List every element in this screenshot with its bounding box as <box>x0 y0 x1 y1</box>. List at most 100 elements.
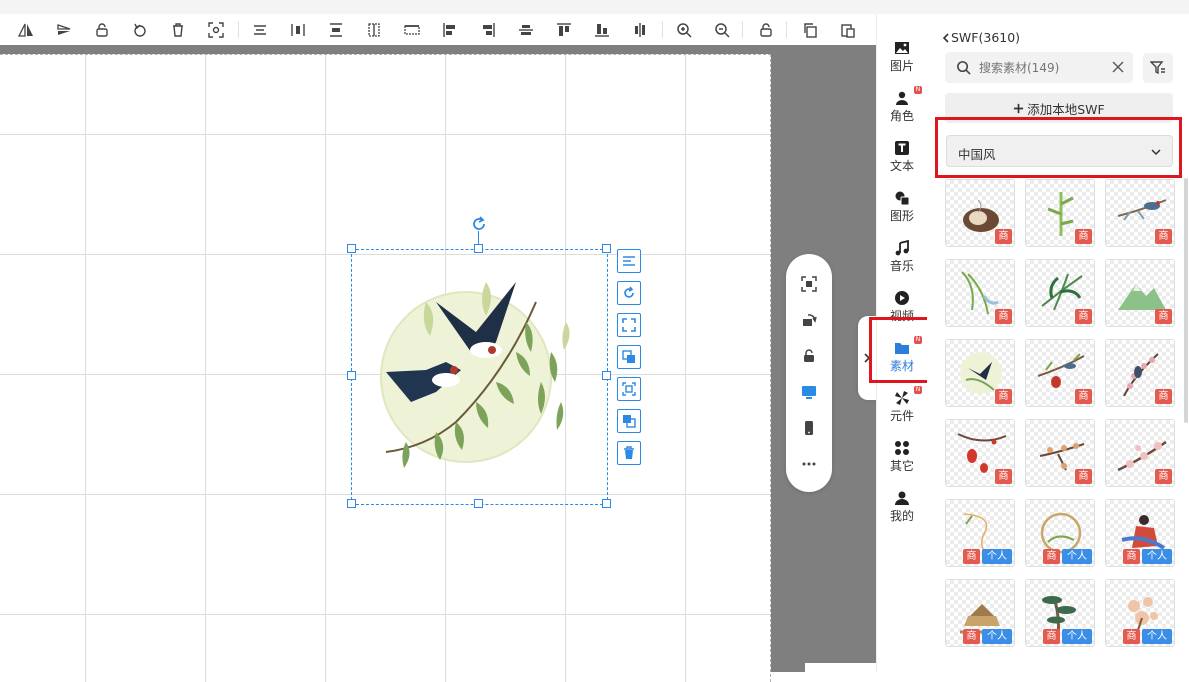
align-center-h-icon[interactable] <box>516 20 536 40</box>
flip-horizontal-icon[interactable] <box>16 20 36 40</box>
filter-icon <box>1150 61 1165 75</box>
category-image[interactable]: 图片 <box>877 36 927 80</box>
layer-icon[interactable] <box>617 409 641 433</box>
fullscreen-icon[interactable] <box>617 313 641 337</box>
category-music[interactable]: 音乐 <box>877 236 927 280</box>
personal-badge: 个人 <box>1142 629 1172 644</box>
align-left-icon[interactable] <box>440 20 460 40</box>
category-person[interactable]: 角色 N <box>877 86 927 130</box>
close-icon[interactable] <box>1111 60 1125 74</box>
unlock-icon[interactable] <box>92 20 112 40</box>
align-right-icon[interactable] <box>478 20 498 40</box>
tile-badges: 商 <box>1155 229 1172 244</box>
asset-tile[interactable]: 商个人 <box>945 579 1015 647</box>
rotate-icon[interactable] <box>617 281 641 305</box>
asset-tile[interactable]: 商 <box>1105 339 1175 407</box>
new-badge: N <box>914 386 922 394</box>
more-icon[interactable] <box>799 454 819 474</box>
reset-icon[interactable] <box>130 20 150 40</box>
minimap[interactable] <box>805 663 876 672</box>
distribute-h-icon[interactable] <box>288 20 308 40</box>
asset-tile[interactable]: 商 <box>1025 179 1095 247</box>
commercial-badge: 商 <box>1075 469 1092 484</box>
padlock-icon[interactable] <box>799 346 819 366</box>
plus-icon <box>1014 103 1024 113</box>
resize-handle-s[interactable] <box>474 499 483 508</box>
screenshot-icon[interactable] <box>799 274 819 294</box>
category-text[interactable]: 文本 <box>877 136 927 180</box>
resize-handle-ne[interactable] <box>602 244 611 253</box>
category-label: 音乐 <box>889 259 914 273</box>
tile-badges: 商个人 <box>1123 549 1172 564</box>
commercial-badge: 商 <box>1075 229 1092 244</box>
asset-tile[interactable]: 商 <box>1105 259 1175 327</box>
align-bottom-icon[interactable] <box>592 20 612 40</box>
fit-frame-icon[interactable] <box>617 377 641 401</box>
mobile-icon[interactable] <box>799 418 819 438</box>
resize-handle-se[interactable] <box>602 499 611 508</box>
floating-toolbar <box>786 254 832 492</box>
commercial-badge: 商 <box>1123 549 1140 564</box>
tile-badges: 商 <box>1155 389 1172 404</box>
lock-icon[interactable] <box>756 20 776 40</box>
asset-tile[interactable]: 商 <box>1025 419 1095 487</box>
asset-tile[interactable]: 商个人 <box>945 499 1015 567</box>
align-center-v-icon[interactable] <box>630 20 650 40</box>
text-align-icon[interactable] <box>617 249 641 273</box>
resize-handle-n[interactable] <box>474 244 483 253</box>
select-frame-icon[interactable] <box>206 20 226 40</box>
category-label: 元件 <box>889 409 914 423</box>
fit-width-icon[interactable] <box>364 20 384 40</box>
category-component[interactable]: 元件 N <box>877 386 927 430</box>
asset-tile[interactable]: 商 <box>945 259 1015 327</box>
delete-icon[interactable] <box>168 20 188 40</box>
grid-icon <box>895 441 909 455</box>
search-input[interactable] <box>977 58 1111 78</box>
asset-tile[interactable]: 商个人 <box>1025 579 1095 647</box>
desktop-icon[interactable] <box>799 382 819 402</box>
add-local-swf-label: 添加本地SWF <box>1027 101 1105 117</box>
image-icon <box>895 42 909 54</box>
asset-tile[interactable]: 商个人 <box>1025 499 1095 567</box>
fit-height-icon[interactable] <box>402 20 422 40</box>
panel-scrollbar[interactable] <box>1184 178 1188 423</box>
category-grid[interactable]: 其它 <box>877 436 927 480</box>
category-label: 图形 <box>889 209 914 223</box>
asset-tile[interactable]: 商 <box>945 339 1015 407</box>
rotate-screen-icon[interactable] <box>799 310 819 330</box>
category-user[interactable]: 我的 <box>877 486 927 530</box>
zoom-in-icon[interactable] <box>674 20 694 40</box>
resize-handle-nw[interactable] <box>347 244 356 253</box>
swallow-willow-artwork[interactable] <box>366 262 596 487</box>
category-shape[interactable]: 图形 <box>877 186 927 230</box>
resize-handle-sw[interactable] <box>347 499 356 508</box>
align-top-text-icon[interactable] <box>250 20 270 40</box>
paste-icon[interactable] <box>838 20 858 40</box>
asset-tile[interactable]: 商 <box>1025 339 1095 407</box>
commercial-badge: 商 <box>1123 629 1140 644</box>
commercial-badge: 商 <box>1075 309 1092 324</box>
search-icon <box>957 61 971 75</box>
commercial-badge: 商 <box>963 629 980 644</box>
asset-tile[interactable]: 商 <box>945 419 1015 487</box>
zoom-out-icon[interactable] <box>712 20 732 40</box>
asset-tile[interactable]: 商个人 <box>1105 499 1175 567</box>
asset-tile[interactable]: 商 <box>945 179 1015 247</box>
asset-tile[interactable]: 商 <box>1105 419 1175 487</box>
trash-icon[interactable] <box>617 441 641 465</box>
crop-icon[interactable] <box>617 345 641 369</box>
filter-button[interactable] <box>1143 53 1173 83</box>
personal-badge: 个人 <box>1062 549 1092 564</box>
back-button[interactable]: SWF(3610) <box>941 30 1020 45</box>
personal-badge: 个人 <box>982 549 1012 564</box>
flip-vertical-icon[interactable] <box>54 20 74 40</box>
distribute-v-icon[interactable] <box>326 20 346 40</box>
asset-tile[interactable]: 商个人 <box>1105 579 1175 647</box>
resize-handle-e[interactable] <box>602 371 611 380</box>
rotate-handle-icon[interactable] <box>471 216 487 232</box>
asset-tile[interactable]: 商 <box>1105 179 1175 247</box>
asset-tile[interactable]: 商 <box>1025 259 1095 327</box>
resize-handle-w[interactable] <box>347 371 356 380</box>
align-top-icon[interactable] <box>554 20 574 40</box>
copy-icon[interactable] <box>800 20 820 40</box>
